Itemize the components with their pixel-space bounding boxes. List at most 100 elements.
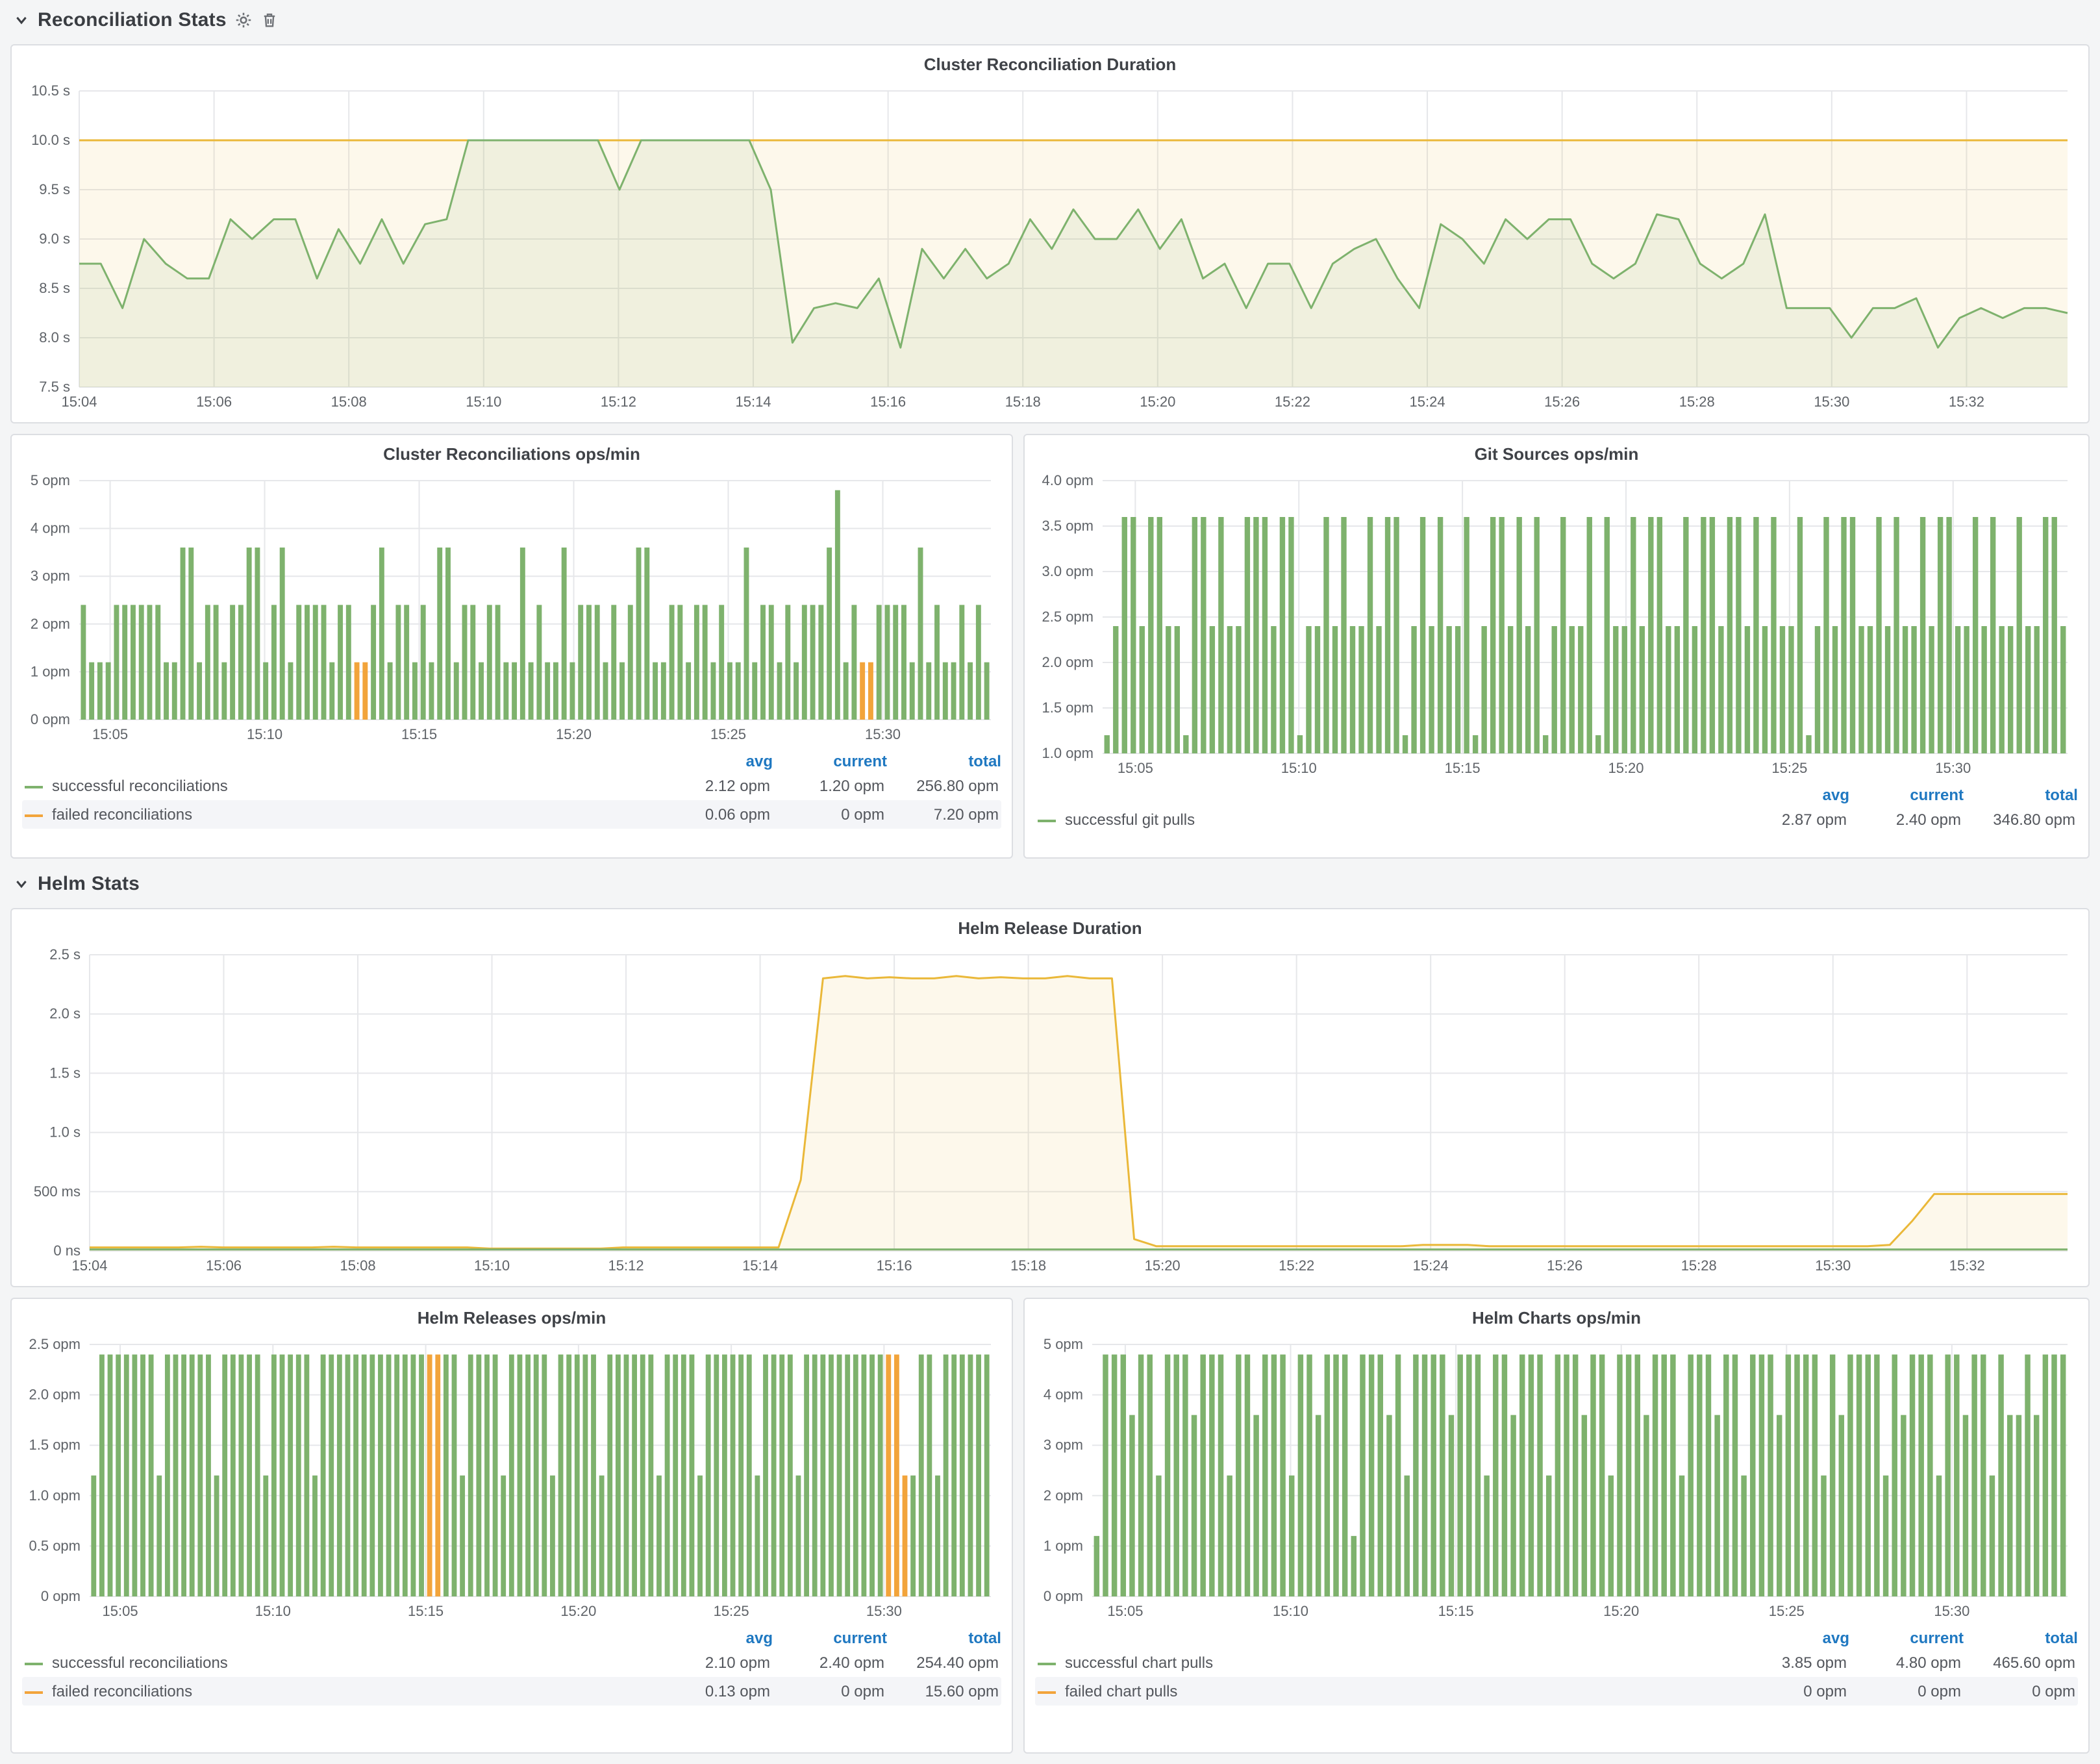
legend-total-value: 346.80 opm xyxy=(1964,811,2078,829)
legend-row: successful chart pulls 3.85 opm 4.80 opm… xyxy=(1035,1648,2078,1677)
legend-header-current[interactable]: current xyxy=(773,1629,887,1647)
svg-text:5 opm: 5 opm xyxy=(31,472,70,488)
legend-header-avg[interactable]: avg xyxy=(1735,786,1849,804)
legend-header-avg[interactable]: avg xyxy=(1735,1629,1849,1647)
legend-series-label-text: failed chart pulls xyxy=(1065,1682,1177,1700)
svg-text:15:28: 15:28 xyxy=(1679,394,1715,410)
legend-header-total[interactable]: total xyxy=(887,752,1001,770)
legend-series-label[interactable]: failed reconciliations xyxy=(22,805,658,824)
panel-title[interactable]: Helm Releases ops/min xyxy=(22,1304,1001,1334)
legend-series-label[interactable]: successful git pulls xyxy=(1035,811,1735,829)
series-color-marker xyxy=(25,814,43,817)
svg-text:15:22: 15:22 xyxy=(1279,1257,1314,1274)
panel-title[interactable]: Cluster Reconciliation Duration xyxy=(22,51,2078,81)
trash-icon[interactable] xyxy=(262,11,279,28)
legend-series-label[interactable]: failed chart pulls xyxy=(1035,1682,1735,1700)
legend-row: successful git pulls 2.87 opm 2.40 opm 3… xyxy=(1035,805,2078,834)
svg-text:15:32: 15:32 xyxy=(1949,394,1984,410)
svg-text:15:18: 15:18 xyxy=(1010,1257,1046,1274)
panel-cluster-reconciliations-opm: Cluster Reconciliations ops/min 0 opm1 o… xyxy=(10,434,1013,859)
legend-header-current[interactable]: current xyxy=(1849,786,1964,804)
svg-text:15:25: 15:25 xyxy=(1769,1603,1805,1619)
legend-header-total[interactable]: total xyxy=(1964,786,2078,804)
svg-text:15:04: 15:04 xyxy=(61,394,97,410)
svg-text:2.5 opm: 2.5 opm xyxy=(29,1336,81,1352)
svg-text:15:10: 15:10 xyxy=(247,726,282,742)
panel-title[interactable]: Cluster Reconciliations ops/min xyxy=(22,440,1001,470)
helm-charts-chart[interactable]: 0 opm1 opm2 opm3 opm4 opm5 opm15:0515:10… xyxy=(1035,1334,2078,1622)
legend-current-value: 1.20 opm xyxy=(773,777,887,795)
svg-text:3 opm: 3 opm xyxy=(1044,1437,1083,1453)
svg-text:15:05: 15:05 xyxy=(1118,760,1153,776)
svg-text:0 ns: 0 ns xyxy=(53,1242,81,1259)
legend-current-value: 0 opm xyxy=(773,1682,887,1700)
svg-text:5 opm: 5 opm xyxy=(1044,1336,1083,1352)
svg-text:15:14: 15:14 xyxy=(735,394,771,410)
legend-avg-value: 2.87 opm xyxy=(1735,811,1849,829)
svg-text:4 opm: 4 opm xyxy=(1044,1387,1083,1403)
svg-text:15:30: 15:30 xyxy=(1934,1603,1969,1619)
gear-icon[interactable] xyxy=(236,11,253,28)
svg-text:15:32: 15:32 xyxy=(1949,1257,1985,1274)
series-color-marker xyxy=(25,1663,43,1665)
legend-series-label[interactable]: successful chart pulls xyxy=(1035,1654,1735,1672)
legend-row: failed reconciliations 0.13 opm 0 opm 15… xyxy=(22,1677,1001,1706)
series-color-marker xyxy=(25,786,43,788)
svg-text:15:25: 15:25 xyxy=(714,1603,749,1619)
grafana-dashboard: Reconciliation Stats Cluster Reconciliat… xyxy=(0,0,2100,1764)
panel-cluster-reconciliation-duration: Cluster Reconciliation Duration 7.5 s8.0… xyxy=(10,44,2090,423)
legend-current-value: 0 opm xyxy=(773,805,887,824)
legend-series-label-text: successful reconciliations xyxy=(52,777,228,795)
svg-text:15:22: 15:22 xyxy=(1275,394,1310,410)
helm-release-duration-chart[interactable]: 0 ns500 ms1.0 s1.5 s2.0 s2.5 s15:0415:06… xyxy=(22,944,2078,1277)
legend-row: failed reconciliations 0.06 opm 0 opm 7.… xyxy=(22,800,1001,829)
panel-title[interactable]: Helm Charts ops/min xyxy=(1035,1304,2078,1334)
cluster-reconciliations-chart[interactable]: 0 opm1 opm2 opm3 opm4 opm5 opm15:0515:10… xyxy=(22,470,1001,746)
legend-avg-value: 2.12 opm xyxy=(658,777,773,795)
section-title[interactable]: Helm Stats xyxy=(38,872,140,894)
legend-header-current[interactable]: current xyxy=(773,752,887,770)
legend-header-avg[interactable]: avg xyxy=(658,752,773,770)
svg-text:15:30: 15:30 xyxy=(1814,394,1849,410)
svg-text:10.5 s: 10.5 s xyxy=(31,82,70,99)
svg-text:15:10: 15:10 xyxy=(466,394,501,410)
svg-text:15:20: 15:20 xyxy=(556,726,592,742)
legend-series-label[interactable]: successful reconciliations xyxy=(22,1654,658,1672)
legend-row: successful reconciliations 2.10 opm 2.40… xyxy=(22,1648,1001,1677)
git-sources-chart[interactable]: 1.0 opm1.5 opm2.0 opm2.5 opm3.0 opm3.5 o… xyxy=(1035,470,2078,779)
legend-current-value: 2.40 opm xyxy=(1849,811,1964,829)
helm-releases-chart[interactable]: 0 opm0.5 opm1.0 opm1.5 opm2.0 opm2.5 opm… xyxy=(22,1334,1001,1622)
svg-text:15:26: 15:26 xyxy=(1544,394,1580,410)
legend-header-current[interactable]: current xyxy=(1849,1629,1964,1647)
legend-row: successful reconciliations 2.12 opm 1.20… xyxy=(22,772,1001,800)
legend-total-value: 15.60 opm xyxy=(887,1682,1001,1700)
svg-text:15:25: 15:25 xyxy=(710,726,746,742)
svg-text:15:18: 15:18 xyxy=(1005,394,1041,410)
svg-text:15:10: 15:10 xyxy=(1281,760,1317,776)
section-title[interactable]: Reconciliation Stats xyxy=(38,8,227,31)
panel-title[interactable]: Git Sources ops/min xyxy=(1035,440,2078,470)
panel-helm-releases-opm: Helm Releases ops/min 0 opm0.5 opm1.0 op… xyxy=(10,1298,1013,1754)
svg-text:15:05: 15:05 xyxy=(103,1603,138,1619)
legend-header-avg[interactable]: avg xyxy=(658,1629,773,1647)
svg-text:1.0 opm: 1.0 opm xyxy=(1042,745,1094,761)
legend-total-value: 465.60 opm xyxy=(1964,1654,2078,1672)
collapse-chevron-icon[interactable] xyxy=(14,876,29,890)
svg-text:15:12: 15:12 xyxy=(601,394,636,410)
svg-text:7.5 s: 7.5 s xyxy=(39,379,70,395)
reconciliation-panels-row: Cluster Reconciliations ops/min 0 opm1 o… xyxy=(10,434,2090,859)
panel-title[interactable]: Helm Release Duration xyxy=(22,914,2078,944)
svg-text:4 opm: 4 opm xyxy=(31,520,70,536)
svg-text:15:12: 15:12 xyxy=(608,1257,644,1274)
legend-current-value: 0 opm xyxy=(1849,1682,1964,1700)
cluster-reconciliation-duration-chart[interactable]: 7.5 s8.0 s8.5 s9.0 s9.5 s10.0 s10.5 s15:… xyxy=(22,81,2078,413)
legend-header-total[interactable]: total xyxy=(887,1629,1001,1647)
legend-header-total[interactable]: total xyxy=(1964,1629,2078,1647)
svg-text:9.0 s: 9.0 s xyxy=(39,231,70,247)
legend-series-label-text: successful chart pulls xyxy=(1065,1654,1213,1672)
legend-series-label-text: successful reconciliations xyxy=(52,1654,228,1672)
legend-series-label[interactable]: successful reconciliations xyxy=(22,777,658,795)
svg-text:2.0 s: 2.0 s xyxy=(49,1005,81,1022)
collapse-chevron-icon[interactable] xyxy=(14,12,29,27)
legend-series-label[interactable]: failed reconciliations xyxy=(22,1682,658,1700)
